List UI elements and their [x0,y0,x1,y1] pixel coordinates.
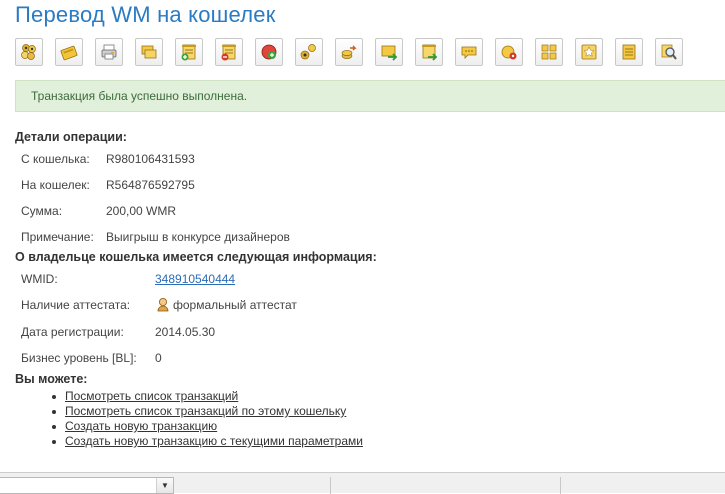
operation-details-title: Детали операции: [15,130,127,144]
envelope-arrow-button[interactable] [375,38,403,66]
users-icon [21,44,36,60]
wmid-value: 348910540444 [155,272,235,286]
grid-button[interactable] [535,38,563,66]
message-button[interactable] [455,38,483,66]
note-value: Выигрыш в конкурсе дизайнеров [106,230,290,244]
bottom-status-bar: ▼ [0,472,725,494]
create-transaction-with-params-link[interactable]: Создать новую транзакцию с текущими пара… [65,434,363,448]
list-button[interactable] [615,38,643,66]
search-icon [661,44,677,60]
printer-icon [101,44,117,60]
certificate-value: формальный аттестат [156,297,297,312]
certificate-label: Наличие аттестата: [21,298,131,312]
page-title: Перевод WM на кошелек [15,2,276,27]
coins-transfer-button[interactable] [335,38,363,66]
add-invoice-icon [181,44,196,61]
grid-icon [541,44,557,60]
amount-label: Сумма: [21,204,63,218]
view-transactions-link[interactable]: Посмотреть список транзакций [65,389,238,403]
cards-icon [141,45,157,59]
business-level-label: Бизнес уровень [BL]: [21,351,137,365]
wmid-label: WMID: [21,272,58,286]
wallet-button[interactable] [55,38,83,66]
certificate-icon [157,298,169,312]
registration-date-label: Дата регистрации: [21,325,124,339]
to-wallet-value: R564876592795 [106,178,195,192]
star-icon [581,44,597,60]
list-item: Посмотреть список транзакций [50,389,363,404]
cards-button[interactable] [135,38,163,66]
users-button[interactable] [15,38,43,66]
alert-text: Транзакция была успешно выполнена. [31,89,248,103]
remove-invoice-button[interactable] [215,38,243,66]
list-item: Создать новую транзакцию [50,419,363,434]
status-divider [330,477,331,494]
envelope-arrow-icon [381,45,398,61]
success-alert: Транзакция была успешно выполнена. [15,80,725,112]
add-circle-icon [261,44,277,60]
coin-settings-icon [501,45,517,60]
add-invoice-button[interactable] [175,38,203,66]
wallet-icon [60,45,78,61]
owner-info-title: О владельце кошелька имеется следующая и… [15,250,377,264]
add-contact-button[interactable] [255,38,283,66]
user-coins-icon [300,44,316,60]
list-icon [622,44,636,60]
message-icon [461,46,477,59]
create-transaction-link[interactable]: Создать новую транзакцию [65,419,217,433]
actions-title: Вы можете: [15,372,88,386]
favorites-button[interactable] [575,38,603,66]
amount-value: 200,00 WMR [106,204,177,218]
user-coins-button[interactable] [295,38,323,66]
bottom-dropdown[interactable]: ▼ [0,477,174,494]
coins-transfer-icon [341,45,357,59]
view-wallet-transactions-link[interactable]: Посмотреть список транзакций по этому ко… [65,404,346,418]
coin-settings-button[interactable] [495,38,523,66]
note-label: Примечание: [21,230,94,244]
wmid-link[interactable]: 348910540444 [155,272,235,286]
status-divider [560,477,561,494]
from-wallet-value: R980106431593 [106,152,195,166]
document-arrow-icon [422,44,438,61]
print-button[interactable] [95,38,123,66]
document-arrow-button[interactable] [415,38,443,66]
chevron-down-icon: ▼ [156,478,173,493]
from-wallet-label: С кошелька: [21,152,90,166]
list-item: Создать новую транзакцию с текущими пара… [50,434,363,449]
list-item: Посмотреть список транзакций по этому ко… [50,404,363,419]
registration-date-value: 2014.05.30 [155,325,216,339]
to-wallet-label: На кошелек: [21,178,90,192]
certificate-text: формальный аттестат [173,298,297,312]
search-button[interactable] [655,38,683,66]
actions-list: Посмотреть список транзакций Посмотреть … [50,389,363,449]
remove-invoice-icon [221,44,236,61]
business-level-value: 0 [155,351,162,365]
